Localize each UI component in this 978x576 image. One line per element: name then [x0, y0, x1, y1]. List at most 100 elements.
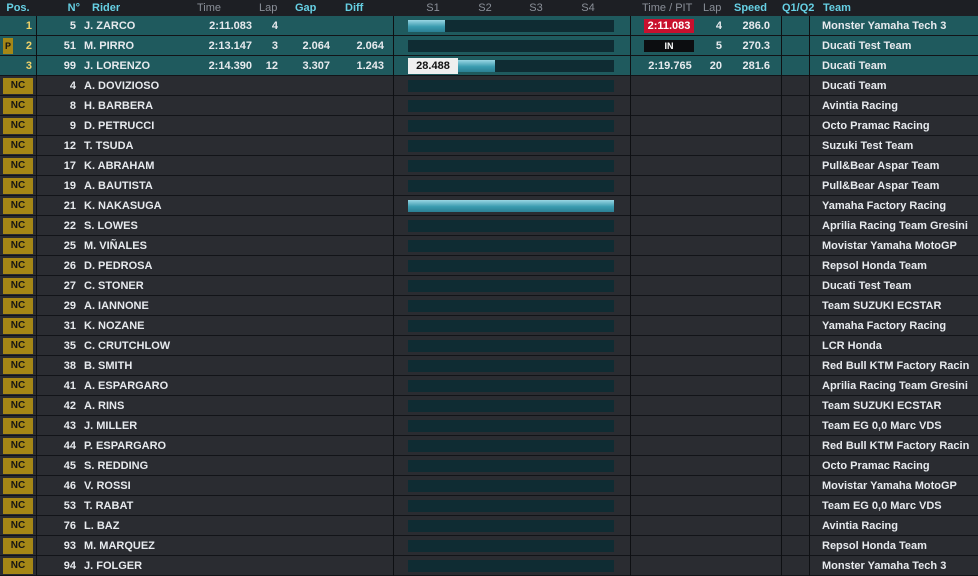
lap-count	[258, 419, 278, 433]
timing-row[interactable]: 3 99 J. LORENZO 2:14.390 12 3.307 1.243 28.488 2…	[0, 56, 978, 76]
nc-badge: NC	[3, 558, 33, 574]
timing-row[interactable]: P 2 51 M. PIRRO 2:13.147 3 2.064 2.064 IN 5 270.3 D…	[0, 36, 978, 56]
header-time-pit: Time / PIT	[642, 2, 693, 14]
top-speed	[728, 79, 770, 93]
timing-row[interactable]: NC 44 P. ESPARGARO Red Bull KTM Factory Rac…	[0, 436, 978, 456]
timing-row[interactable]: NC 94 J. FOLGER Monster Yamaha Tech 3	[0, 556, 978, 576]
timing-row[interactable]: NC 25 M. VIÑALES Movistar Yamaha MotoGP	[0, 236, 978, 256]
timing-row[interactable]: NC 9 D. PETRUCCI Octo Pramac Racing	[0, 116, 978, 136]
sector-bar-track	[408, 400, 614, 412]
diff-value	[340, 439, 384, 453]
timing-row[interactable]: NC 93 M. MARQUEZ Repsol Honda Team	[0, 536, 978, 556]
sector-bar-track	[408, 320, 614, 332]
sector-bar-track	[408, 140, 614, 152]
timing-row[interactable]: NC 38 B. SMITH Red Bull KTM Factory Racin	[0, 356, 978, 376]
split-time-box: 28.488	[408, 58, 458, 74]
sector-bar-track	[408, 360, 614, 372]
last-lap-time	[640, 379, 700, 393]
rider-number: 4	[69, 80, 76, 92]
team-name: Movistar Yamaha MotoGP	[822, 240, 957, 252]
timing-row[interactable]: NC 53 T. RABAT Team EG 0,0 Marc VDS	[0, 496, 978, 516]
nc-badge: NC	[3, 218, 33, 234]
column-divider	[630, 336, 631, 356]
rider-number: 46	[63, 480, 76, 492]
rider-name: H. BARBERA	[84, 100, 154, 112]
timing-row[interactable]: NC 31 K. NOZANE Yamaha Factory Racing	[0, 316, 978, 336]
q1q2-value	[782, 479, 809, 493]
header-number: N°	[67, 2, 80, 14]
timing-row[interactable]: NC 26 D. PEDROSA Repsol Honda Team	[0, 256, 978, 276]
nc-badge: NC	[3, 458, 33, 474]
rider-name: S. LOWES	[84, 220, 138, 232]
column-divider	[630, 436, 631, 456]
timing-row[interactable]: NC 12 T. TSUDA Suzuki Test Team	[0, 136, 978, 156]
timing-row[interactable]: NC 19 A. BAUTISTA Pull&Bear Aspar Team	[0, 176, 978, 196]
timing-row[interactable]: NC 21 K. NAKASUGA Yamaha Factory Racing	[0, 196, 978, 216]
nc-badge: NC	[3, 418, 33, 434]
nc-badge: NC	[3, 258, 33, 274]
q1q2-value	[782, 319, 809, 333]
diff-value	[340, 459, 384, 473]
timing-row[interactable]: NC 45 S. REDDING Octo Pramac Racing	[0, 456, 978, 476]
sector-bar-track	[408, 220, 614, 232]
top-speed	[728, 199, 770, 213]
lap-count-2	[700, 179, 722, 193]
lap-count-2	[700, 319, 722, 333]
rider-name: A. BAUTISTA	[84, 180, 153, 192]
team-name: Ducati Team	[822, 60, 887, 72]
column-divider	[36, 396, 37, 416]
timing-row[interactable]: NC 42 A. RINS Team SUZUKI ECSTAR	[0, 396, 978, 416]
lap-count-2	[700, 139, 722, 153]
column-divider	[809, 556, 810, 576]
nc-badge: NC	[3, 518, 33, 534]
timing-row[interactable]: NC 27 C. STONER Ducati Test Team	[0, 276, 978, 296]
gap-value: 2.064	[302, 40, 330, 52]
rider-name: M. VIÑALES	[84, 240, 147, 252]
top-speed	[728, 139, 770, 153]
timing-row[interactable]: NC 17 K. ABRAHAM Pull&Bear Aspar Team	[0, 156, 978, 176]
timing-row[interactable]: NC 76 L. BAZ Avintia Racing	[0, 516, 978, 536]
timing-row[interactable]: NC 46 V. ROSSI Movistar Yamaha MotoGP	[0, 476, 978, 496]
lap-count	[258, 439, 278, 453]
column-divider	[36, 16, 37, 36]
rider-name: M. PIRRO	[84, 40, 135, 52]
sector-bar-track	[408, 240, 614, 252]
gap-value	[290, 179, 330, 193]
column-divider	[809, 216, 810, 236]
column-divider	[393, 336, 394, 356]
column-divider	[393, 376, 394, 396]
timing-row[interactable]: 1 5 J. ZARCO 2:11.083 4 2:11.083 4 286.0 Monster…	[0, 16, 978, 36]
timing-row[interactable]: NC 41 A. ESPARGARO Aprilia Racing Team Gres…	[0, 376, 978, 396]
timing-row[interactable]: NC 8 H. BARBERA Avintia Racing	[0, 96, 978, 116]
sector-bar-track	[408, 500, 614, 512]
q1q2-value	[782, 539, 809, 553]
gap-value	[290, 539, 330, 553]
column-divider	[393, 256, 394, 276]
rider-number: 45	[63, 460, 76, 472]
timing-row[interactable]: NC 29 A. IANNONE Team SUZUKI ECSTAR	[0, 296, 978, 316]
nc-badge: NC	[3, 298, 33, 314]
timing-row[interactable]: NC 22 S. LOWES Aprilia Racing Team Gresini	[0, 216, 978, 236]
sector-bar-track	[408, 520, 614, 532]
column-divider	[630, 116, 631, 136]
last-lap-time	[640, 399, 700, 413]
lap-time	[190, 99, 252, 113]
timing-row[interactable]: NC 4 A. DOVIZIOSO Ducati Team	[0, 76, 978, 96]
gap-value	[290, 319, 330, 333]
lap-count	[258, 339, 278, 353]
lap-count-2	[700, 399, 722, 413]
lap-count	[258, 179, 278, 193]
gap-value	[290, 259, 330, 273]
column-divider	[393, 396, 394, 416]
last-lap-time	[640, 199, 700, 213]
column-divider	[809, 196, 810, 216]
timing-row[interactable]: NC 35 C. CRUTCHLOW LCR Honda	[0, 336, 978, 356]
team-name: Team SUZUKI ECSTAR	[822, 400, 942, 412]
team-name: Monster Yamaha Tech 3	[822, 20, 947, 32]
nc-badge: NC	[3, 338, 33, 354]
lap-count-2: 5	[715, 40, 722, 52]
column-divider	[36, 316, 37, 336]
timing-row[interactable]: NC 43 J. MILLER Team EG 0,0 Marc VDS	[0, 416, 978, 436]
sector-bar-track	[408, 380, 614, 392]
lap-time	[190, 119, 252, 133]
